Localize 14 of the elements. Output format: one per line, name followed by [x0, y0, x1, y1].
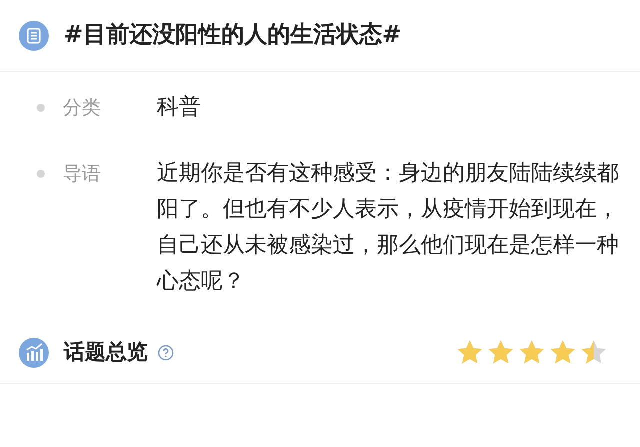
field-label: 分类 — [63, 96, 102, 121]
help-icon[interactable] — [158, 344, 174, 360]
chart-icon — [18, 336, 50, 368]
field-value: 近期你是否有这种感受：身边的朋友陆陆续续都阳了。但也有不少人表示，从疫情开始到现在，自己还从未被感染过，那么他们现在是怎样一种心态呢？ — [157, 160, 620, 296]
list-icon — [18, 20, 50, 52]
star-icon — [518, 339, 546, 366]
field-value: 科普 — [157, 94, 202, 122]
star-icon — [487, 339, 515, 366]
topic-title: #目前还没阳性的人的生活状态# — [64, 21, 402, 50]
section-title: 话题总览 — [64, 338, 148, 366]
star-icon — [580, 339, 608, 366]
star-icon — [549, 339, 577, 366]
star-icon — [456, 339, 484, 366]
field-label: 导语 — [63, 162, 102, 187]
